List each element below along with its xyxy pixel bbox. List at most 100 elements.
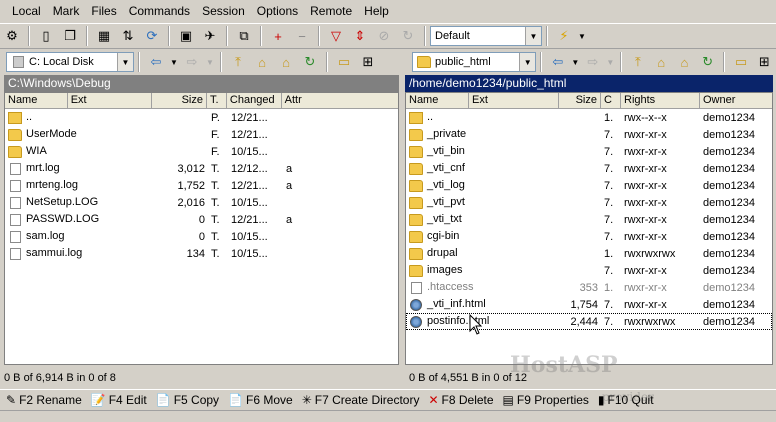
back-icon[interactable]: ⇦ [145, 51, 167, 73]
menu-options[interactable]: Options [251, 4, 304, 18]
chevron-down-icon[interactable]: ▼ [117, 53, 133, 71]
lightning-icon[interactable]: ⚡ [553, 25, 575, 47]
menu-local[interactable]: Local [6, 4, 47, 18]
menu-files[interactable]: Files [85, 4, 122, 18]
table-row[interactable]: .htaccess 353 1. rwxr-xr-x demo1234 [406, 279, 772, 296]
column-size[interactable]: Size [559, 93, 601, 108]
column-name[interactable]: Name [5, 93, 68, 108]
directory-combo[interactable]: public_html ▼ [412, 52, 537, 72]
gear-icon[interactable]: ⚙ [1, 25, 23, 47]
queue-icon[interactable]: ▦ [93, 25, 115, 47]
remove-icon[interactable]: − [291, 25, 313, 47]
table-row[interactable]: cgi-bin 7. rwxr-xr-x demo1234 [406, 228, 772, 245]
root-directory-icon[interactable]: ⌂ [251, 51, 273, 73]
table-row[interactable]: mrteng.log 1,752 T. 12/21... a [5, 177, 398, 194]
column-type[interactable]: T. [207, 93, 227, 108]
table-row[interactable]: drupal 1. rwxrwxrwx demo1234 [406, 245, 772, 262]
create-directory-button[interactable]: ✳ F7 Create Directory [302, 393, 420, 407]
column-c[interactable]: C [601, 93, 621, 108]
column-size[interactable]: Size [152, 93, 207, 108]
menu-commands[interactable]: Commands [123, 4, 196, 18]
chevron-down-icon[interactable]: ▼ [570, 51, 580, 73]
menu-help[interactable]: Help [358, 4, 395, 18]
copy-icon[interactable]: ❐ [59, 25, 81, 47]
menu-session[interactable]: Session [196, 4, 251, 18]
terminal-icon[interactable]: ▣ [175, 25, 197, 47]
home-directory-icon[interactable]: ⌂ [275, 51, 297, 73]
menu-remote[interactable]: Remote [304, 4, 358, 18]
table-row[interactable]: PASSWD.LOG 0 T. 12/21... a [5, 211, 398, 228]
refresh-icon[interactable]: ↻ [697, 51, 718, 73]
column-rights[interactable]: Rights [621, 93, 700, 108]
table-row[interactable]: _private 7. rwxr-xr-x demo1234 [406, 126, 772, 143]
chevron-down-icon[interactable]: ▼ [169, 51, 179, 73]
move-button[interactable]: 📄 F6 Move [228, 393, 293, 407]
table-row[interactable]: _vti_inf.html 1,754 7. rwxr-xr-x demo1234 [406, 296, 772, 313]
tree-icon[interactable]: ⊞ [357, 51, 379, 73]
add-icon[interactable]: + [267, 25, 289, 47]
table-row[interactable]: sammui.log 134 T. 10/15... [5, 245, 398, 262]
refresh-icon[interactable]: ↻ [397, 25, 419, 47]
menu-mark[interactable]: Mark [47, 4, 86, 18]
chevron-down-icon[interactable]: ▼ [205, 51, 215, 73]
chevron-down-icon[interactable]: ▼ [577, 25, 587, 47]
chevron-down-icon[interactable]: ▼ [519, 53, 536, 71]
disk-icon[interactable]: ▯ [35, 25, 57, 47]
left-file-panel[interactable]: Name Ext Size T. Changed Attr .. P. 12/21.… [4, 92, 399, 365]
tree-icon[interactable]: ⊞ [754, 51, 775, 73]
compare-icon[interactable]: ⇕ [349, 25, 371, 47]
column-ext[interactable]: Ext [68, 93, 153, 108]
home-directory-icon[interactable]: ⌂ [674, 51, 695, 73]
table-row[interactable]: .. P. 12/21... [5, 109, 398, 126]
column-name[interactable]: Name [406, 93, 469, 108]
table-row[interactable]: .. 1. rwx--x--x demo1234 [406, 109, 772, 126]
table-row[interactable]: WIA F. 10/15... [5, 143, 398, 160]
refresh-icon[interactable]: ↻ [299, 51, 321, 73]
table-row[interactable]: NetSetup.LOG 2,016 T. 10/15... [5, 194, 398, 211]
table-row[interactable]: _vti_cnf 7. rwxr-xr-x demo1234 [406, 160, 772, 177]
table-row[interactable]: _vti_txt 7. rwxr-xr-x demo1234 [406, 211, 772, 228]
properties-button[interactable]: ▤ F9 Properties [503, 393, 589, 407]
drive-combo[interactable]: C: Local Disk ▼ [6, 52, 134, 72]
quit-button[interactable]: ▮ F10 Quit [598, 393, 654, 407]
right-file-panel[interactable]: Name Ext Size C Rights Owner .. 1. rwx--x-… [405, 92, 773, 365]
table-row[interactable]: _vti_bin 7. rwxr-xr-x demo1234 [406, 143, 772, 160]
file-name-cell: NetSetup.LOG [5, 196, 153, 209]
back-icon[interactable]: ⇦ [547, 51, 568, 73]
delete-button[interactable]: ✕ F8 Delete [428, 393, 493, 407]
sync-browse-icon[interactable]: ⧉ [233, 25, 255, 47]
file-c: 7. [604, 213, 614, 226]
transfer-icon[interactable]: ⇅ [117, 25, 139, 47]
table-row[interactable]: _vti_pvt 7. rwxr-xr-x demo1234 [406, 194, 772, 211]
preferences-icon[interactable]: ✈ [199, 25, 221, 47]
table-row[interactable]: _vti_log 7. rwxr-xr-x demo1234 [406, 177, 772, 194]
filter-icon[interactable]: ▽ [325, 25, 347, 47]
column-owner[interactable]: Owner [700, 93, 772, 108]
parent-directory-icon[interactable]: ⤒ [227, 51, 249, 73]
forward-icon[interactable]: ⇨ [181, 51, 203, 73]
table-row[interactable]: sam.log 0 T. 10/15... [5, 228, 398, 245]
left-path-bar[interactable]: C:\Windows\Debug [4, 75, 399, 92]
copy-button[interactable]: 📄 F5 Copy [156, 393, 219, 407]
forward-icon[interactable]: ⇨ [582, 51, 603, 73]
edit-button[interactable]: 📝 F4 Edit [91, 393, 147, 407]
table-row[interactable]: UserMode F. 12/21... [5, 126, 398, 143]
table-row[interactable]: mrt.log 3,012 T. 12/12... a [5, 160, 398, 177]
column-changed[interactable]: Changed [227, 93, 282, 108]
sync-icon[interactable]: ⟳ [141, 25, 163, 47]
open-directory-icon[interactable]: ▭ [333, 51, 355, 73]
disabled-icon[interactable]: ⊘ [373, 25, 395, 47]
parent-directory-icon[interactable]: ⤒ [627, 51, 648, 73]
root-directory-icon[interactable]: ⌂ [650, 51, 671, 73]
right-path-bar[interactable]: /home/demo1234/public_html [405, 75, 773, 92]
table-row[interactable]: postinfo.html 2,444 7. rwxrwxrwx demo1234 [406, 313, 772, 330]
rename-button[interactable]: ✎ F2 Rename [6, 393, 82, 407]
chevron-down-icon[interactable]: ▼ [525, 27, 541, 45]
column-ext[interactable]: Ext [469, 93, 559, 108]
table-row[interactable]: images 7. rwxr-xr-x demo1234 [406, 262, 772, 279]
profile-combo[interactable]: Default ▼ [430, 26, 542, 46]
open-directory-icon[interactable]: ▭ [730, 51, 751, 73]
chevron-down-icon[interactable]: ▼ [605, 51, 615, 73]
mouse-cursor-icon [469, 314, 483, 335]
column-attr[interactable]: Attr [282, 93, 398, 108]
